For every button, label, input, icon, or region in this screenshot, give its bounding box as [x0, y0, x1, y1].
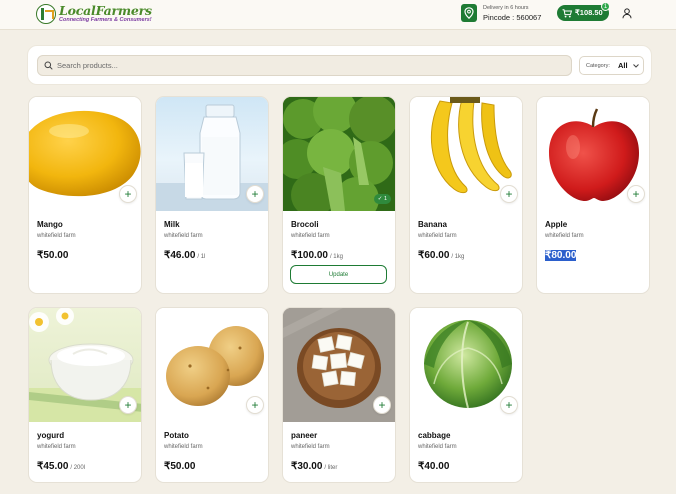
plus-icon: + — [505, 398, 513, 412]
product-farm: whitefield farm — [291, 233, 330, 239]
add-to-cart-button[interactable]: + — [500, 185, 518, 203]
product-name: Potato — [164, 431, 189, 440]
cart-count-badge: 1 — [601, 2, 610, 11]
search-icon — [44, 61, 53, 70]
product-name: paneer — [291, 431, 318, 440]
product-name: Milk — [164, 220, 180, 229]
product-price-row: ₹45.00/ 200l — [37, 456, 85, 474]
brand-tagline: Connecting Farmers & Consumers! — [59, 17, 152, 23]
product-price: ₹80.00 — [545, 250, 577, 261]
product-name: Mango — [37, 220, 63, 229]
add-to-cart-button[interactable]: + — [119, 396, 137, 414]
product-price: ₹50.00 — [37, 250, 69, 261]
product-price-row: ₹50.00 — [37, 245, 68, 263]
product-card-paneer[interactable]: + paneer whitefield farm ₹30.00/ liter — [282, 307, 396, 483]
add-to-cart-button[interactable]: + — [246, 396, 264, 414]
product-farm: whitefield farm — [418, 233, 457, 239]
add-to-cart-button[interactable]: + — [627, 185, 645, 203]
plus-icon: + — [505, 187, 513, 201]
add-to-cart-button[interactable]: + — [500, 396, 518, 414]
product-farm: whitefield farm — [291, 444, 330, 450]
product-card-yogurd[interactable]: + yogurd whitefield farm ₹45.00/ 200l — [28, 307, 142, 483]
delivery-time-text: Delivery in 6 hours — [483, 5, 529, 11]
product-price-row: ₹80.00 — [545, 245, 577, 263]
product-farm: whitefield farm — [545, 233, 584, 239]
brand-name: LocalFarmers — [59, 3, 152, 18]
brand-logo[interactable]: LocalFarmers Connecting Farmers & Consum… — [36, 3, 158, 27]
product-card-potato[interactable]: + Potato whitefield farm ₹50.00 — [155, 307, 269, 483]
product-unit: / 1kg — [329, 254, 343, 260]
product-price-row: ₹100.00/ 1kg — [291, 245, 343, 263]
product-card-banana[interactable]: + Banana whitefield farm ₹60.00/ 1kg — [409, 96, 523, 294]
add-to-cart-button[interactable]: + — [246, 185, 264, 203]
product-name: Brocoli — [291, 220, 319, 229]
product-price: ₹46.00 — [164, 250, 196, 261]
in-cart-qty: 1 — [383, 196, 387, 202]
product-card-brocoli[interactable]: ✓ 1 Brocoli whitefield farm ₹100.00/ 1kg… — [282, 96, 396, 294]
product-farm: whitefield farm — [37, 444, 76, 450]
logo-icon — [36, 4, 56, 24]
product-unit: / 200l — [70, 465, 86, 471]
category-value: All — [618, 61, 628, 70]
product-name: cabbage — [418, 431, 451, 440]
product-name: Apple — [545, 220, 568, 229]
plus-icon: + — [378, 398, 386, 412]
add-to-cart-button[interactable]: + — [119, 185, 137, 203]
product-price: ₹40.00 — [418, 461, 450, 472]
cart-icon — [562, 9, 572, 18]
search-panel: Category: All — [27, 45, 652, 85]
product-card-mango[interactable]: + Mango whitefield farm ₹50.00 — [28, 96, 142, 294]
search-bar[interactable] — [37, 55, 572, 76]
plus-icon: + — [251, 187, 259, 201]
product-card-cabbage[interactable]: + cabbage whitefield farm ₹40.00 — [409, 307, 523, 483]
chevron-down-icon — [633, 64, 639, 68]
in-cart-badge: ✓ 1 — [373, 194, 391, 204]
product-price: ₹50.00 — [164, 461, 196, 472]
product-price-row: ₹40.00 — [418, 456, 449, 474]
category-select[interactable]: Category: All — [579, 56, 644, 75]
product-price-row: ₹50.00 — [164, 456, 195, 474]
product-unit: / 1l — [197, 254, 206, 260]
product-farm: whitefield farm — [164, 233, 203, 239]
product-price-row: ₹46.00/ 1l — [164, 245, 205, 263]
product-price: ₹30.00 — [291, 461, 323, 472]
add-to-cart-button[interactable]: + — [373, 396, 391, 414]
update-button[interactable]: Update — [290, 265, 387, 284]
plus-icon: + — [251, 398, 259, 412]
product-farm: whitefield farm — [164, 444, 203, 450]
plus-icon: + — [124, 398, 132, 412]
product-unit: / liter — [324, 465, 338, 471]
product-price: ₹60.00 — [418, 250, 450, 261]
plus-icon: + — [632, 187, 640, 201]
search-input[interactable] — [57, 56, 562, 75]
product-price-row: ₹30.00/ liter — [291, 456, 337, 474]
top-header: LocalFarmers Connecting Farmers & Consum… — [0, 0, 676, 30]
plus-icon: + — [124, 187, 132, 201]
product-unit: / 1kg — [451, 254, 465, 260]
product-farm: whitefield farm — [37, 233, 76, 239]
product-price: ₹45.00 — [37, 461, 69, 472]
user-icon[interactable] — [622, 8, 632, 19]
pincode-text: Pincode : 560067 — [483, 13, 542, 22]
product-price: ₹100.00 — [291, 250, 328, 261]
product-price-row: ₹60.00/ 1kg — [418, 245, 464, 263]
product-name: yogurd — [37, 431, 65, 440]
product-card-milk[interactable]: + Milk whitefield farm ₹46.00/ 1l — [155, 96, 269, 294]
product-name: Banana — [418, 220, 447, 229]
location-pin-icon — [461, 4, 477, 22]
category-label: Category: — [586, 63, 610, 69]
product-card-apple[interactable]: + Apple whitefield farm ₹80.00 — [536, 96, 650, 294]
cart-total: ₹108.50 — [575, 8, 603, 17]
product-farm: whitefield farm — [418, 444, 457, 450]
